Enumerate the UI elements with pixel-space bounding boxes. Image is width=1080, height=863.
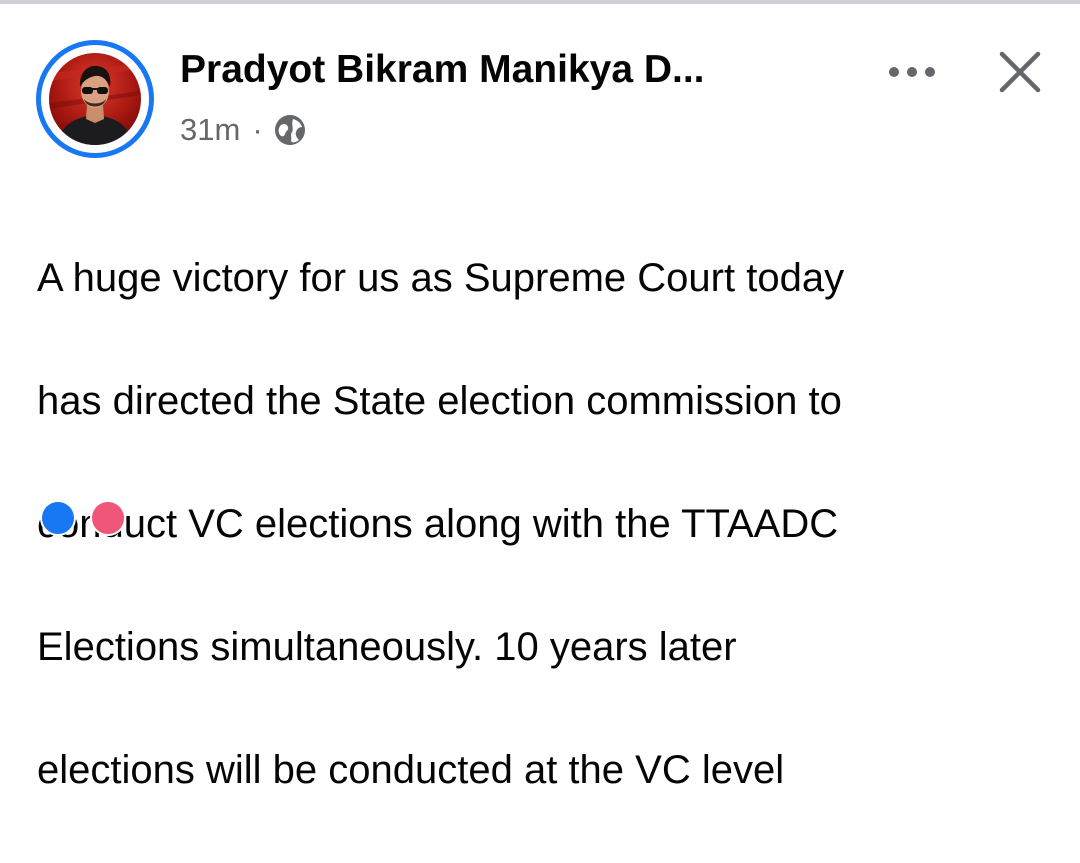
more-horizontal-icon bbox=[889, 67, 935, 77]
post-timestamp[interactable]: 31m bbox=[180, 112, 240, 148]
post-header: Pradyot Bikram Manikya D... 31m · bbox=[0, 0, 1080, 180]
post-text-line: conduct VC elections along with the TTAA… bbox=[37, 501, 839, 546]
close-button[interactable] bbox=[990, 42, 1050, 102]
post-text-line: A huge victory for us as Supreme Court t… bbox=[37, 255, 845, 300]
close-icon bbox=[999, 51, 1041, 93]
avatar-photo bbox=[49, 63, 141, 145]
post-body: A huge victory for us as Supreme Court t… bbox=[37, 186, 1057, 863]
more-options-button[interactable] bbox=[884, 52, 940, 92]
globe-icon[interactable] bbox=[273, 113, 307, 147]
avatar-story-ring[interactable] bbox=[36, 40, 154, 158]
meta-separator: · bbox=[252, 112, 263, 147]
post-text-line: elections will be conducted at the VC le… bbox=[37, 747, 785, 792]
avatar[interactable] bbox=[49, 53, 141, 145]
post-text-line: has directed the State election commissi… bbox=[37, 378, 842, 423]
love-reaction-icon bbox=[90, 500, 126, 536]
post-text-line: Elections simultaneously. 10 years later bbox=[37, 624, 737, 669]
like-reaction-icon bbox=[40, 500, 76, 536]
post-meta: 31m · bbox=[180, 108, 307, 152]
author-name[interactable]: Pradyot Bikram Manikya D... bbox=[180, 44, 705, 96]
